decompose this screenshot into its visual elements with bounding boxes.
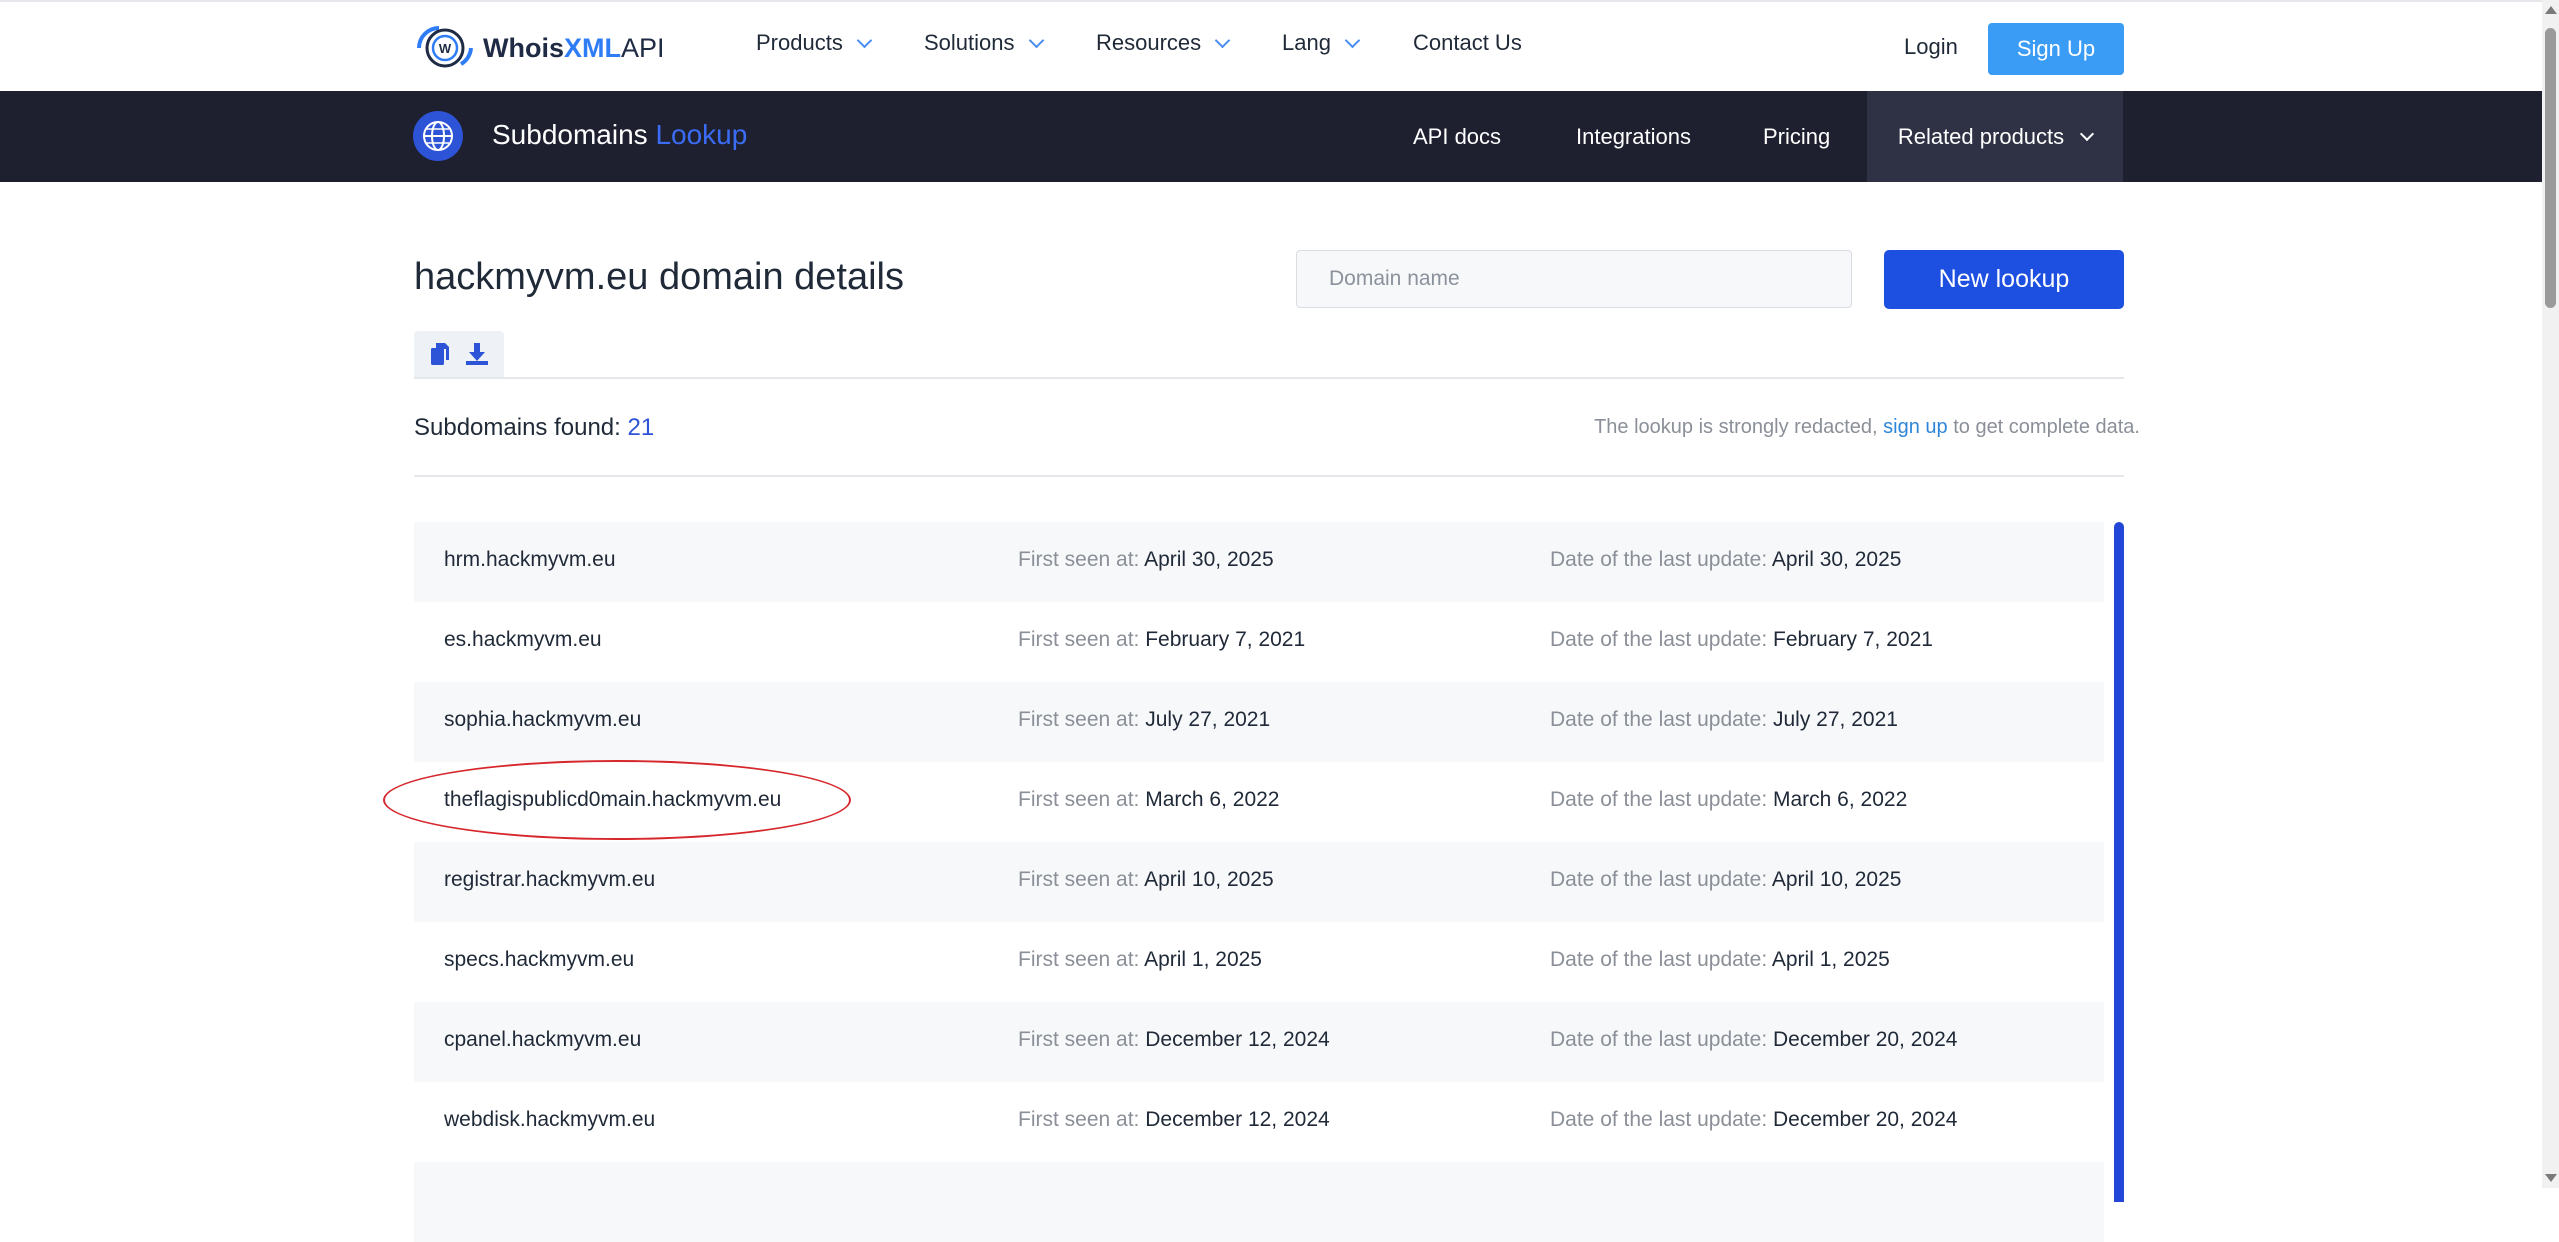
scroll-down-arrow-icon[interactable] (2545, 1174, 2557, 1182)
subdomain-list: hrm.hackmyvm.eu First seen at: April 30,… (414, 522, 2104, 1242)
last-update: Date of the last update: February 7, 202… (1550, 628, 1933, 651)
highlight-annotation (383, 760, 851, 840)
scrollbar-thumb[interactable] (2545, 28, 2556, 308)
list-item: hrm.hackmyvm.eu First seen at: April 30,… (414, 522, 2104, 602)
list-item: sophia.hackmyvm.eu First seen at: July 2… (414, 682, 2104, 762)
related-products-dropdown[interactable]: Related products (1867, 91, 2123, 182)
sign-up-link[interactable]: sign up (1883, 416, 1948, 438)
scroll-up-arrow-icon[interactable] (2545, 6, 2557, 14)
first-seen: First seen at: December 12, 2024 (1018, 1028, 1330, 1051)
login-link[interactable]: Login (1904, 34, 1958, 60)
first-seen: First seen at: April 1, 2025 (1018, 948, 1262, 971)
subdomain-name: webdisk.hackmyvm.eu (444, 1108, 656, 1131)
svg-text:W: W (439, 41, 452, 56)
nav-api-docs[interactable]: API docs (1413, 124, 1501, 150)
nav-products[interactable]: Products (756, 30, 873, 56)
redacted-notice: The lookup is strongly redacted, sign up… (1594, 416, 2140, 438)
whoisxmlapi-logo[interactable]: W WhoisXMLAPI (413, 24, 665, 72)
list-item: webdisk.hackmyvm.eu First seen at: Decem… (414, 1082, 2104, 1162)
logo-icon: W (417, 26, 473, 68)
divider (414, 377, 2124, 379)
divider (414, 475, 2124, 477)
page-title: hackmyvm.eu domain details (414, 256, 904, 298)
first-seen: First seen at: April 30, 2025 (1018, 548, 1274, 571)
nav-integrations[interactable]: Integrations (1576, 124, 1691, 150)
last-update: Date of the last update: December 20, 20… (1550, 1028, 1958, 1051)
signup-button[interactable]: Sign Up (1988, 23, 2124, 75)
last-update: Date of the last update: April 1, 2025 (1550, 948, 1890, 971)
new-lookup-button[interactable]: New lookup (1884, 250, 2124, 309)
last-update: Date of the last update: March 6, 2022 (1550, 788, 1908, 811)
chevron-down-icon (856, 32, 873, 48)
list-item: cpanel.hackmyvm.eu First seen at: Decemb… (414, 1002, 2104, 1082)
product-bar: Subdomains Lookup API docs Integrations … (0, 91, 2542, 182)
subdomain-name: specs.hackmyvm.eu (444, 948, 635, 971)
list-item: registrar.hackmyvm.eu First seen at: Apr… (414, 842, 2104, 922)
subdomain-name: registrar.hackmyvm.eu (444, 868, 656, 891)
nav-lang[interactable]: Lang (1282, 30, 1361, 56)
first-seen: First seen at: April 10, 2025 (1018, 868, 1274, 891)
list-scroll-indicator[interactable] (2114, 522, 2124, 1202)
last-update: Date of the last update: December 20, 20… (1550, 1108, 1958, 1131)
chevron-down-icon (1214, 32, 1231, 48)
nav-pricing[interactable]: Pricing (1763, 124, 1830, 150)
logo-text: WhoisXMLAPI (483, 32, 665, 63)
chevron-down-icon (1344, 32, 1361, 48)
last-update: Date of the last update: July 27, 2021 (1550, 708, 1898, 731)
nav-contact-us[interactable]: Contact Us (1413, 30, 1522, 56)
first-seen: First seen at: March 6, 2022 (1018, 788, 1280, 811)
list-item (414, 1162, 2104, 1242)
product-title[interactable]: Subdomains Lookup (492, 119, 747, 151)
subdomains-found: Subdomains found: 21 (414, 414, 655, 441)
copy-icon[interactable] (428, 341, 452, 367)
top-navbar: W WhoisXMLAPI Products Solutions Resourc… (0, 0, 2542, 93)
first-seen: First seen at: July 27, 2021 (1018, 708, 1271, 731)
first-seen: First seen at: February 7, 2021 (1018, 628, 1306, 651)
last-update: Date of the last update: April 30, 2025 (1550, 548, 1902, 571)
nav-resources[interactable]: Resources (1096, 30, 1231, 56)
export-toolbar (414, 331, 504, 377)
nav-solutions[interactable]: Solutions (924, 30, 1044, 56)
globe-icon (413, 111, 463, 161)
download-icon[interactable] (464, 341, 490, 367)
subdomain-name: sophia.hackmyvm.eu (444, 708, 642, 731)
list-item: es.hackmyvm.eu First seen at: February 7… (414, 602, 2104, 682)
subdomains-count: 21 (627, 414, 655, 441)
subdomain-name: cpanel.hackmyvm.eu (444, 1028, 642, 1051)
list-item: specs.hackmyvm.eu First seen at: April 1… (414, 922, 2104, 1002)
last-update: Date of the last update: April 10, 2025 (1550, 868, 1902, 891)
subdomain-name: es.hackmyvm.eu (444, 628, 602, 651)
chevron-down-icon (2080, 126, 2095, 141)
subdomain-name: hrm.hackmyvm.eu (444, 548, 616, 571)
chevron-down-icon (1028, 32, 1044, 48)
first-seen: First seen at: December 12, 2024 (1018, 1108, 1330, 1131)
domain-search-input[interactable] (1296, 250, 1852, 308)
